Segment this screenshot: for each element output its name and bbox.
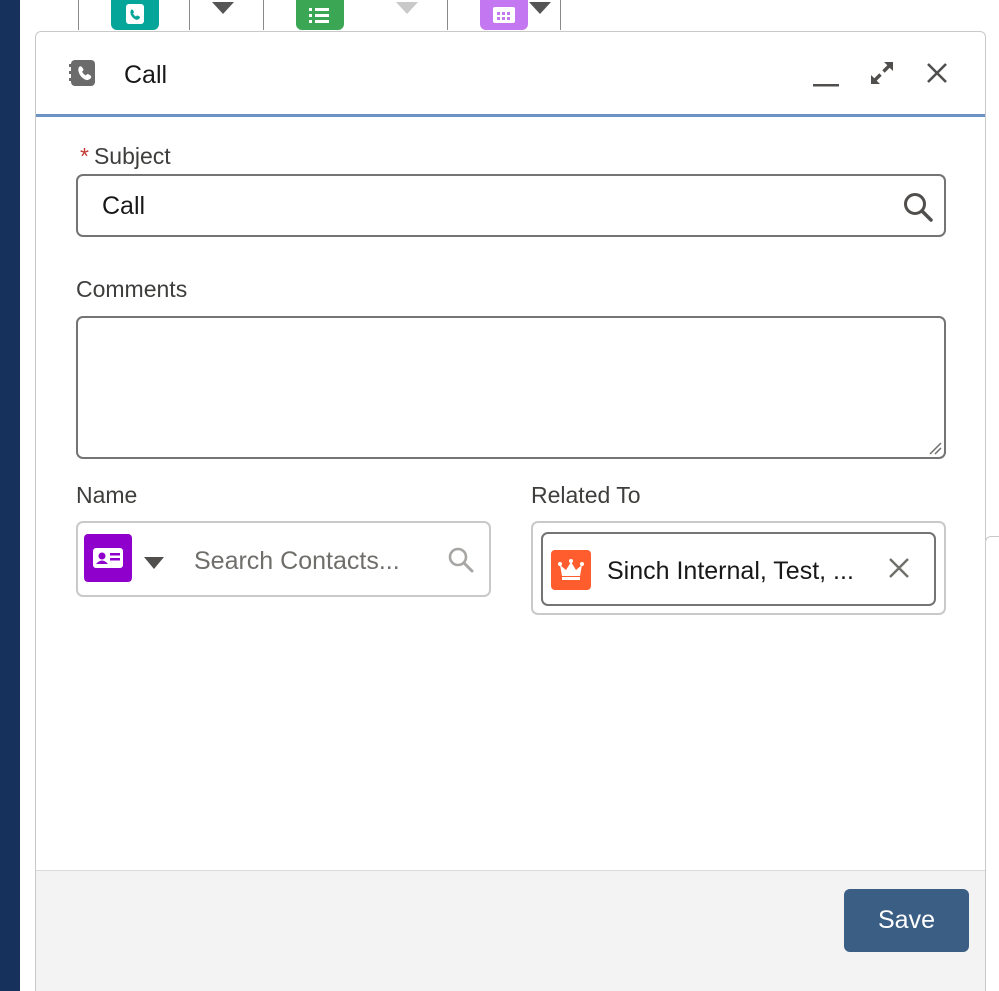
log-call-dropdown-caret[interactable] — [212, 2, 234, 14]
action-log-call-group — [78, 0, 234, 30]
search-icon[interactable] — [447, 546, 475, 574]
action-task-group — [263, 0, 344, 30]
save-button[interactable]: Save — [844, 889, 969, 952]
composer-footer: Save — [36, 870, 985, 991]
comments-label: Comments — [76, 276, 188, 302]
log-a-call-action-button[interactable] — [111, 0, 159, 30]
related-record-label: Sinch Internal, Test, ... — [607, 557, 854, 585]
account-object-badge — [551, 550, 591, 590]
search-icon[interactable] — [902, 191, 934, 223]
account-crown-icon — [558, 559, 584, 580]
log-call-composer: Call * Subject Call Comments Name Search … — [35, 31, 986, 991]
related-record-pill[interactable]: Sinch Internal, Test, ... — [541, 532, 936, 606]
expand-button[interactable] — [865, 56, 899, 90]
task-dropdown-caret[interactable] — [396, 2, 418, 14]
subject-label: * Subject — [80, 143, 171, 169]
contact-search-placeholder: Search Contacts... — [194, 547, 400, 575]
subject-input[interactable]: Call — [76, 174, 946, 237]
calendar-icon — [493, 7, 515, 23]
background-card-edge — [985, 536, 999, 991]
task-list-icon — [309, 8, 329, 23]
related-to-label: Related To — [531, 482, 641, 508]
minimize-icon — [813, 84, 839, 87]
contact-object-button[interactable] — [84, 534, 132, 582]
new-event-action-button[interactable] — [480, 0, 528, 30]
required-marker: * — [80, 143, 89, 169]
contact-icon — [93, 548, 123, 568]
expand-icon — [871, 62, 893, 84]
resize-handle-icon[interactable] — [926, 439, 942, 455]
log-a-call-icon — [126, 4, 144, 24]
remove-icon[interactable] — [888, 557, 910, 579]
composer-header: Call — [36, 32, 985, 117]
close-icon — [927, 63, 947, 83]
name-label: Name — [76, 482, 138, 508]
name-lookup: Search Contacts... — [76, 521, 491, 597]
publisher-action-bar — [78, 0, 561, 30]
related-to-lookup: Sinch Internal, Test, ... — [531, 521, 946, 615]
composer-title: Call — [124, 61, 168, 89]
minimize-button[interactable] — [809, 56, 843, 90]
action-event-group — [447, 0, 561, 30]
close-button[interactable] — [920, 56, 954, 90]
comments-textarea[interactable] — [76, 316, 946, 459]
event-dropdown-caret[interactable] — [529, 2, 551, 14]
subject-value: Call — [102, 192, 146, 220]
contact-search-input[interactable]: Search Contacts... — [182, 534, 444, 584]
log-a-call-icon — [69, 60, 95, 86]
object-type-caret[interactable] — [144, 557, 164, 569]
new-task-action-button[interactable] — [296, 0, 344, 30]
